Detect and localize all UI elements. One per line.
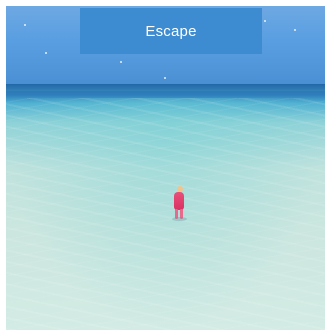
sky-sparkle bbox=[264, 20, 266, 22]
sky-sparkle bbox=[120, 61, 122, 63]
sky-sparkle bbox=[164, 77, 166, 79]
sky-sparkle bbox=[45, 52, 47, 54]
sky-sparkle bbox=[24, 24, 26, 26]
escape-banner[interactable]: Escape bbox=[80, 8, 262, 54]
person-body bbox=[174, 192, 184, 210]
person-figure bbox=[170, 186, 188, 222]
water-ripples bbox=[6, 98, 325, 330]
person-shadow bbox=[172, 217, 187, 221]
card-frame: Escape bbox=[0, 0, 331, 336]
sky-sparkle bbox=[294, 29, 296, 31]
banner-title: Escape bbox=[145, 22, 197, 40]
horizon-band bbox=[6, 84, 325, 91]
beach-photo bbox=[6, 6, 325, 330]
